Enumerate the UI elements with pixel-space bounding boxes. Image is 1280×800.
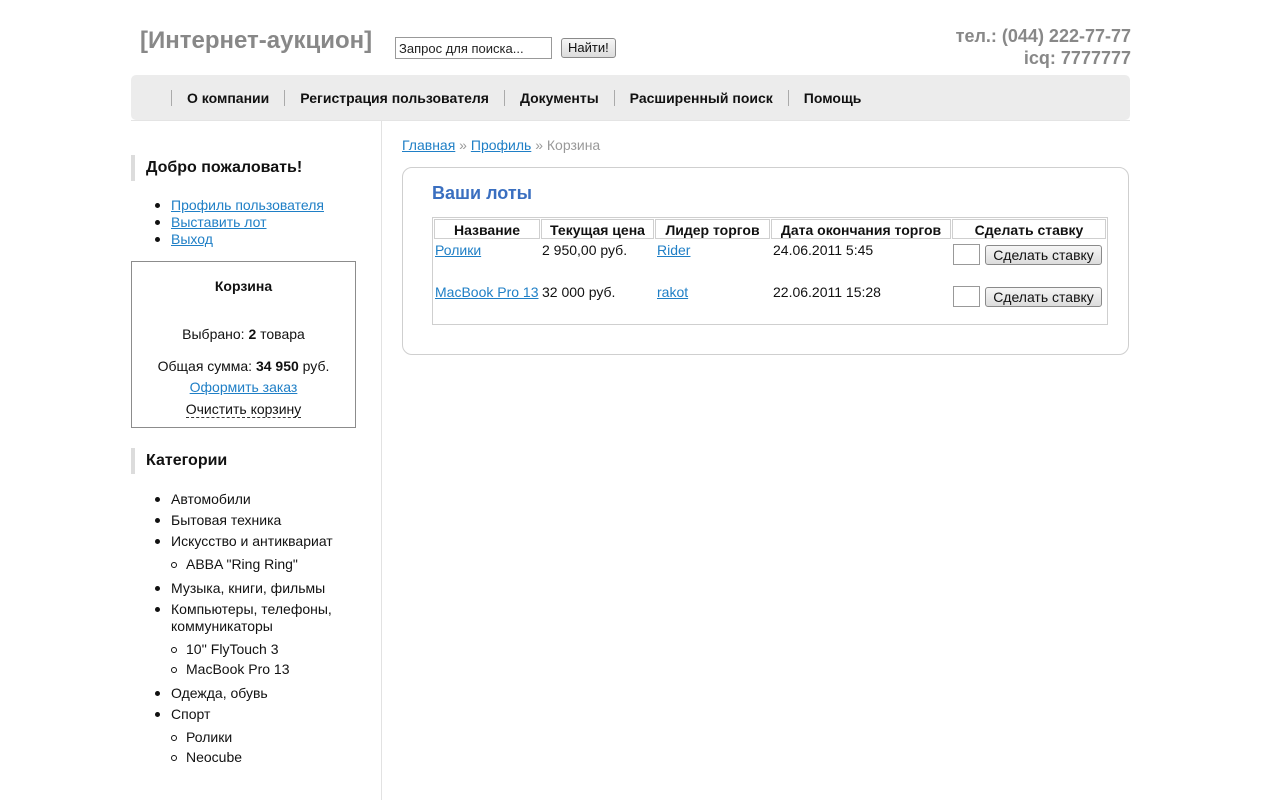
- checkout-link[interactable]: Оформить заказ: [190, 379, 298, 395]
- list-item: Выставить лот: [155, 214, 324, 231]
- breadcrumb: Главная » Профиль » Корзина: [402, 137, 600, 153]
- place-bid-button[interactable]: Сделать ставку: [985, 245, 1102, 265]
- category-item[interactable]: Бытовая техника: [155, 512, 351, 529]
- category-item: Искусство и антиквариат ABBA "Ring Ring": [155, 533, 351, 573]
- add-lot-link[interactable]: Выставить лот: [171, 214, 267, 230]
- category-label[interactable]: Компьютеры, телефоны, коммуникаторы: [171, 601, 332, 634]
- search-form: Найти!: [395, 37, 616, 59]
- list-item: Выход: [155, 231, 324, 248]
- breadcrumb-separator: »: [531, 137, 547, 153]
- icq-number: icq: 7777777: [1023, 48, 1131, 68]
- cart-total-value: 34 950: [255, 358, 299, 374]
- user-menu: Профиль пользователя Выставить лот Выход: [155, 197, 324, 248]
- subcategory-item[interactable]: MacBook Pro 13: [171, 661, 351, 678]
- cart-title: Корзина: [214, 278, 273, 294]
- lot-name-link[interactable]: Ролики: [435, 242, 481, 259]
- contacts: тел.: (044) 222-77-77 icq: 7777777: [956, 25, 1131, 69]
- logout-link[interactable]: Выход: [171, 231, 213, 247]
- category-label[interactable]: Спорт: [171, 706, 210, 722]
- main-nav: О компании Регистрация пользователя Доку…: [131, 75, 1130, 120]
- lot-end-date: 24.06.2011 5:45: [773, 242, 874, 258]
- lot-end-date: 22.06.2011 15:28: [773, 284, 881, 300]
- place-bid-button[interactable]: Сделать ставку: [985, 287, 1102, 307]
- category-item: Компьютеры, телефоны, коммуникаторы 10''…: [155, 601, 351, 678]
- header-divider: [131, 120, 1130, 121]
- lot-price: 2 950,00 руб.: [542, 242, 628, 258]
- column-header-name: Название: [434, 219, 540, 239]
- column-header-bid: Сделать ставку: [952, 219, 1106, 239]
- search-input[interactable]: [395, 37, 552, 59]
- nav-about[interactable]: О компании: [171, 89, 284, 106]
- subcategory-item[interactable]: Neocube: [171, 749, 351, 766]
- category-item[interactable]: Музыка, книги, фильмы: [155, 580, 351, 597]
- phone-number: тел.: (044) 222-77-77: [955, 26, 1131, 46]
- cart-box: Корзина Выбрано: 2 товара Общая сумма: 3…: [131, 261, 356, 428]
- categories-list: Автомобили Бытовая техника Искусство и а…: [155, 491, 351, 773]
- category-item[interactable]: Автомобили: [155, 491, 351, 508]
- cart-total: Общая сумма: 34 950 руб.: [157, 358, 330, 374]
- subcategory-item[interactable]: Ролики: [171, 729, 351, 746]
- breadcrumb-current: Корзина: [546, 137, 601, 153]
- category-item[interactable]: Одежда, обувь: [155, 685, 351, 702]
- subcategory-list: 10'' FlyTouch 3 MacBook Pro 13: [171, 641, 351, 678]
- lot-price: 32 000 руб.: [542, 284, 616, 300]
- clear-cart-link[interactable]: Очистить корзину: [185, 401, 302, 418]
- column-header-price: Текущая цена: [541, 219, 654, 239]
- nav-register[interactable]: Регистрация пользователя: [284, 89, 504, 106]
- profile-link[interactable]: Профиль пользователя: [171, 197, 324, 213]
- breadcrumb-profile[interactable]: Профиль: [471, 137, 531, 153]
- site-logo[interactable]: [Интернет-аукцион]: [140, 27, 372, 55]
- category-label[interactable]: Искусство и антиквариат: [171, 533, 333, 549]
- sidebar-divider: [381, 121, 382, 800]
- column-header-leader: Лидер торгов: [655, 219, 770, 239]
- breadcrumb-separator: »: [455, 137, 471, 153]
- nav-advanced-search[interactable]: Расширенный поиск: [613, 89, 788, 106]
- categories-title: Категории: [131, 448, 227, 474]
- search-button[interactable]: Найти!: [561, 38, 616, 58]
- bid-input[interactable]: [953, 244, 980, 265]
- subcategory-item[interactable]: ABBA "Ring Ring": [171, 556, 351, 573]
- cart-selected: Выбрано: 2 товара: [182, 326, 305, 342]
- list-item: Профиль пользователя: [155, 197, 324, 214]
- welcome-title: Добро пожаловать!: [131, 155, 302, 181]
- category-item: Спорт Ролики Neocube: [155, 706, 351, 766]
- lot-leader-link[interactable]: Rider: [657, 242, 690, 259]
- page-title: Ваши лоты: [432, 183, 533, 203]
- column-header-end-date: Дата окончания торгов: [771, 219, 951, 239]
- subcategory-list: Ролики Neocube: [171, 729, 351, 766]
- subcategory-list: ABBA "Ring Ring": [171, 556, 351, 573]
- nav-documents[interactable]: Документы: [503, 89, 614, 106]
- nav-help[interactable]: Помощь: [787, 89, 877, 106]
- lot-name-link[interactable]: MacBook Pro 13: [435, 284, 539, 301]
- lot-leader-link[interactable]: rakot: [657, 284, 688, 301]
- subcategory-item[interactable]: 10'' FlyTouch 3: [171, 641, 351, 658]
- breadcrumb-home[interactable]: Главная: [402, 137, 455, 153]
- bid-input[interactable]: [953, 286, 980, 307]
